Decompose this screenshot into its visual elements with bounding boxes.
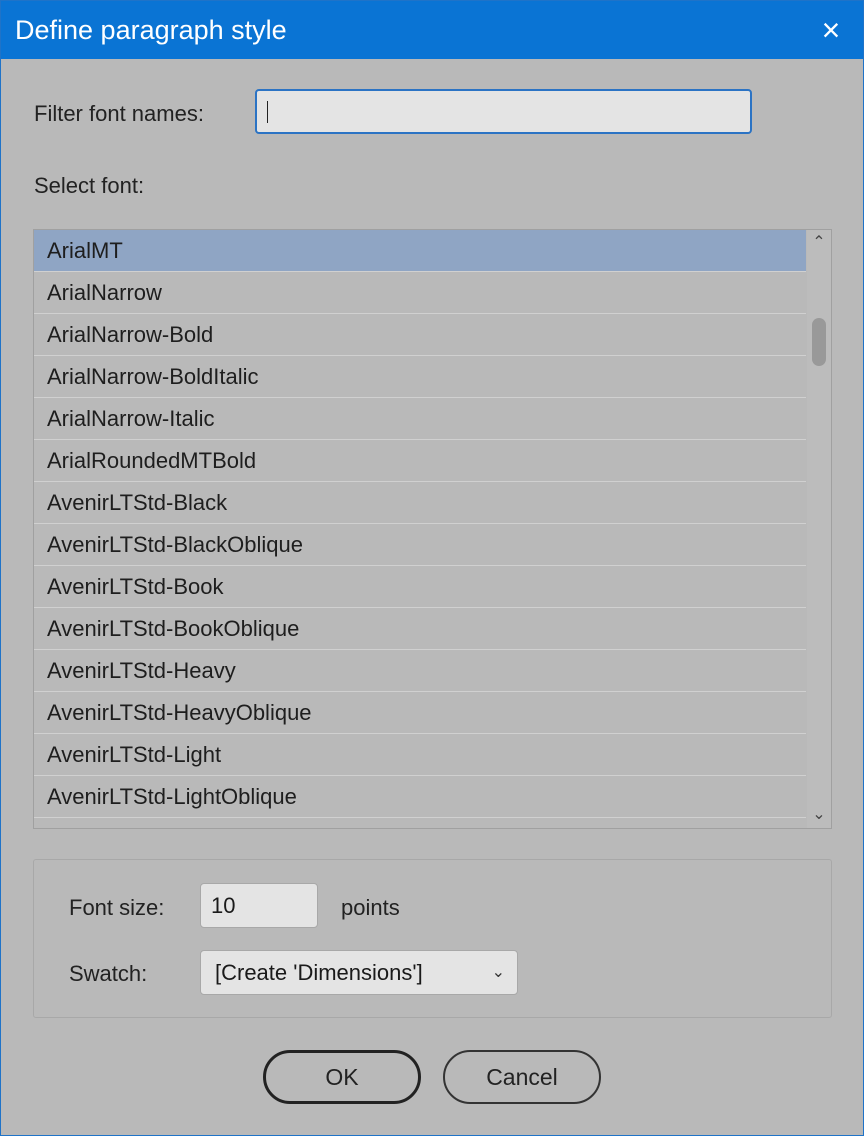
list-item[interactable]: AvenirLTStd-Book — [34, 566, 806, 608]
list-item[interactable]: AvenirLTStd-Light — [34, 734, 806, 776]
text-caret — [267, 101, 268, 123]
ok-button[interactable]: OK — [263, 1050, 421, 1104]
list-item[interactable]: ArialNarrow — [34, 272, 806, 314]
scroll-up-icon[interactable]: ⌃ — [807, 232, 831, 254]
swatch-value: [Create 'Dimensions'] — [215, 960, 423, 985]
filter-font-names-input[interactable] — [255, 89, 752, 134]
list-item[interactable]: AvenirLTStd-Black — [34, 482, 806, 524]
select-font-label: Select font: — [34, 173, 145, 198]
list-item[interactable]: ArialRoundedMTBold — [34, 440, 806, 482]
title-bar[interactable]: Define paragraph style × — [1, 1, 863, 59]
list-item[interactable]: AvenirLTStd-LightOblique — [34, 776, 806, 818]
dialog-title: Define paragraph style — [15, 15, 287, 45]
list-item[interactable]: AvenirLTStd-BlackOblique — [34, 524, 806, 566]
list-item-selected[interactable]: ArialMT — [34, 230, 806, 272]
dialog-window: Define paragraph style × Filter font nam… — [0, 0, 864, 1136]
swatch-label: Swatch: — [69, 961, 148, 986]
font-size-unit: points — [341, 895, 400, 920]
list-item[interactable]: ArialNarrow-Bold — [34, 314, 806, 356]
scrollbar-thumb[interactable] — [812, 318, 826, 366]
scroll-down-icon[interactable]: ⌄ — [807, 804, 831, 826]
swatch-select[interactable]: [Create 'Dimensions'] ⌄ — [200, 950, 518, 995]
filter-label: Filter font names: — [34, 101, 204, 126]
list-item[interactable]: AvenirLTStd-Heavy — [34, 650, 806, 692]
close-icon[interactable]: × — [799, 1, 863, 59]
font-list[interactable]: ArialMT ArialNarrow ArialNarrow-Bold Ari… — [33, 229, 832, 829]
list-item[interactable]: AvenirLTStd-BookOblique — [34, 608, 806, 650]
font-size-label: Font size: — [69, 895, 165, 920]
scrollbar[interactable]: ⌃ ⌄ — [807, 230, 831, 828]
list-item[interactable]: ArialNarrow-BoldItalic — [34, 356, 806, 398]
font-size-input[interactable]: 10 — [200, 883, 318, 928]
list-item[interactable]: ArialNarrow-Italic — [34, 398, 806, 440]
list-item[interactable]: AvenirLTStd-HeavyOblique — [34, 692, 806, 734]
cancel-button[interactable]: Cancel — [443, 1050, 601, 1104]
chevron-down-icon: ⌄ — [491, 964, 505, 981]
